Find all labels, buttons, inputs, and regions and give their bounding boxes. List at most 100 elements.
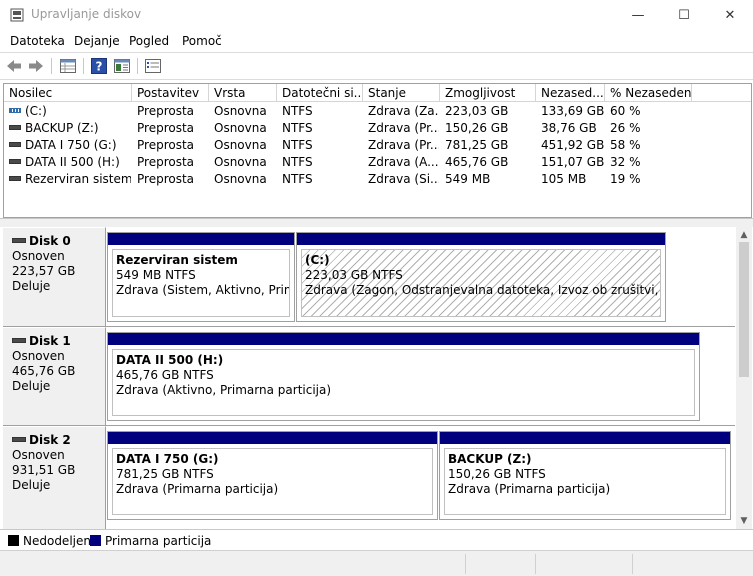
partition-status: Zdrava (Primarna particija) — [116, 482, 279, 496]
cell-layout-text: Preprosta — [137, 121, 195, 135]
cell-layout: Preprosta — [137, 154, 208, 171]
column-header-capacity[interactable]: Zmogljivost — [440, 84, 536, 102]
column-header-free-space[interactable]: Nezased... — [536, 84, 605, 102]
cell-filesystem: NTFS — [282, 171, 362, 188]
status-bar-divider — [535, 554, 536, 574]
cell-capacity: 223,03 GB — [445, 103, 535, 120]
cell-status-text: Zdrava (Za... — [368, 104, 439, 118]
cell-free-space-text: 133,69 GB — [541, 104, 604, 118]
column-header-volume[interactable]: Nosilec — [4, 84, 132, 102]
cell-status: Zdrava (Pr... — [368, 137, 439, 154]
cell-volume-text: DATA I 750 (G:) — [25, 138, 117, 152]
volume-row[interactable]: DATA II 500 (H:) Preprosta Osnovna NTFS Zdra… — [4, 154, 751, 171]
disk-type: Osnoven — [12, 349, 65, 363]
cell-volume: DATA I 750 (G:) — [9, 137, 131, 154]
cell-type-text: Osnovna — [214, 121, 267, 135]
disk-label-1[interactable]: Disk 1 Osnoven 465,76 GB Deluje — [3, 327, 106, 425]
cell-free-space-text: 105 MB — [541, 172, 587, 186]
volume-icon — [9, 125, 21, 130]
volume-row[interactable]: DATA I 750 (G:) Preprosta Osnovna NTFS Zdrav… — [4, 137, 751, 154]
legend-item-primary: Primarna particija — [90, 534, 211, 548]
column-header-percent-free[interactable]: % Nezaseden... — [605, 84, 692, 102]
cell-status: Zdrava (Pr... — [368, 120, 439, 137]
cell-filesystem-text: NTFS — [282, 121, 313, 135]
cell-status-text: Zdrava (A... — [368, 155, 439, 169]
properties-grid-icon[interactable] — [58, 57, 78, 75]
back-arrow-icon[interactable] — [4, 57, 24, 75]
cell-layout-text: Preprosta — [137, 138, 195, 152]
cell-type-text: Osnovna — [214, 104, 267, 118]
disk-type: Osnoven — [12, 249, 65, 263]
cell-capacity: 150,26 GB — [445, 120, 535, 137]
cell-capacity: 549 MB — [445, 171, 535, 188]
panel-icon[interactable] — [112, 57, 132, 75]
column-header-layout[interactable]: Postavitev — [132, 84, 209, 102]
disk-icon — [12, 237, 26, 243]
partition-body-selected: (C:) 223,03 GB NTFS Zdrava (Zagon, Odstr… — [301, 249, 661, 317]
cell-percent-free-text: 19 % — [610, 172, 641, 186]
cell-volume-text: BACKUP (Z:) — [25, 121, 99, 135]
disk-management-app-icon — [10, 8, 24, 22]
window-title: Upravljanje diskov — [31, 7, 142, 21]
column-header-status[interactable]: Stanje — [363, 84, 440, 102]
partition-c[interactable]: (C:) 223,03 GB NTFS Zdrava (Zagon, Odstr… — [296, 232, 666, 322]
disk-row-0: Disk 0 Osnoven 223,57 GB Deluje Rezervir… — [3, 227, 735, 326]
disk-size: 931,51 GB — [12, 463, 76, 477]
toolbar-separator — [51, 58, 52, 74]
column-header-type[interactable]: Vrsta — [209, 84, 277, 102]
vertical-scrollbar[interactable]: ▲ ▼ — [736, 227, 752, 529]
cell-type: Osnovna — [214, 154, 276, 171]
partition-z[interactable]: BACKUP (Z:) 150,26 GB NTFS Zdrava (Prima… — [439, 431, 731, 520]
menu-action[interactable]: Dejanje — [74, 34, 120, 48]
scrollbar-thumb[interactable] — [739, 242, 749, 377]
cell-percent-free: 26 % — [610, 120, 691, 137]
cell-volume: Rezerviran sistem — [9, 171, 131, 188]
partition-primary-bar — [297, 233, 665, 245]
menu-file[interactable]: Datoteka — [10, 34, 65, 48]
disk-size: 465,76 GB — [12, 364, 76, 378]
help-icon[interactable]: ? — [89, 57, 109, 75]
cell-layout-text: Preprosta — [137, 172, 195, 186]
cell-status-text: Zdrava (Pr... — [368, 121, 439, 135]
cell-status-text: Zdrava (Pr... — [368, 138, 439, 152]
maximize-button[interactable]: ☐ — [661, 0, 707, 31]
minimize-button[interactable]: — — [615, 0, 661, 31]
partition-system-reserved[interactable]: Rezerviran sistem 549 MB NTFS Zdrava (Si… — [107, 232, 295, 322]
legend-label: Nedodeljen — [23, 534, 91, 548]
menu-help[interactable]: Pomoč — [182, 34, 222, 48]
volume-row[interactable]: BACKUP (Z:) Preprosta Osnovna NTFS Zdrava (P… — [4, 120, 751, 137]
cell-capacity: 465,76 GB — [445, 154, 535, 171]
pane-splitter[interactable] — [0, 218, 753, 227]
column-header-filesystem[interactable]: Datotečni si... — [277, 84, 363, 102]
scroll-up-icon[interactable]: ▲ — [736, 227, 752, 243]
cell-free-space-text: 38,76 GB — [541, 121, 597, 135]
cell-volume-text: Rezerviran sistem — [25, 172, 131, 186]
list-icon[interactable] — [143, 57, 163, 75]
cell-type: Osnovna — [214, 171, 276, 188]
cell-filesystem: NTFS — [282, 120, 362, 137]
volume-row[interactable]: (C:) Preprosta Osnovna NTFS Zdrava (Za... 223… — [4, 103, 751, 120]
legend: Nedodeljen Primarna particija — [0, 529, 753, 550]
cell-free-space: 105 MB — [541, 171, 604, 188]
toolbar-separator — [137, 58, 138, 74]
menu-view[interactable]: Pogled — [129, 34, 169, 48]
scroll-down-icon[interactable]: ▼ — [736, 513, 752, 529]
volume-row[interactable]: Rezerviran sistem Preprosta Osnovna NTFS Zdr… — [4, 171, 751, 188]
partition-h[interactable]: DATA II 500 (H:) 465,76 GB NTFS Zdrava (… — [107, 332, 700, 421]
partition-status: Zdrava (Primarna particija) — [448, 482, 611, 496]
cell-type-text: Osnovna — [214, 138, 267, 152]
disk-row-1: Disk 1 Osnoven 465,76 GB Deluje DATA II … — [3, 327, 735, 425]
disk-label-0[interactable]: Disk 0 Osnoven 223,57 GB Deluje — [3, 227, 106, 326]
partition-body: DATA I 750 (G:) 781,25 GB NTFS Zdrava (P… — [112, 448, 433, 515]
partition-body: DATA II 500 (H:) 465,76 GB NTFS Zdrava (… — [112, 349, 695, 416]
volume-icon — [9, 159, 21, 164]
volume-icon — [9, 176, 21, 181]
disk-label-2[interactable]: Disk 2 Osnoven 931,51 GB Deluje — [3, 426, 106, 529]
cell-volume-text: DATA II 500 (H:) — [25, 155, 120, 169]
forward-arrow-icon[interactable] — [26, 57, 46, 75]
partition-body: BACKUP (Z:) 150,26 GB NTFS Zdrava (Prima… — [444, 448, 726, 515]
volume-list: Nosilec Postavitev Vrsta Datotečni si...… — [3, 83, 752, 218]
partition-size: 465,76 GB NTFS — [116, 368, 214, 382]
partition-g[interactable]: DATA I 750 (G:) 781,25 GB NTFS Zdrava (P… — [107, 431, 438, 520]
close-button[interactable]: ✕ — [707, 0, 753, 31]
